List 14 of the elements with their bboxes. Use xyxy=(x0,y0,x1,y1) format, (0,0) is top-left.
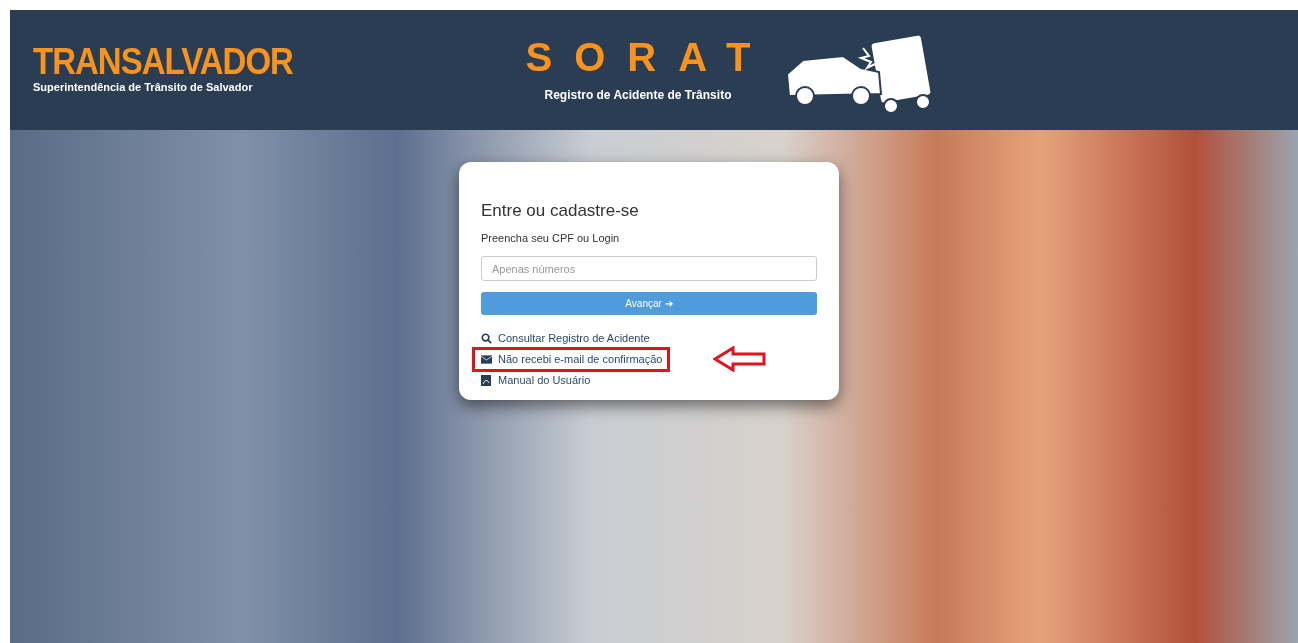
login-subtitle: Preencha seu CPF ou Login xyxy=(481,230,621,246)
login-title: Entre ou cadastre-se xyxy=(481,200,640,222)
brand-subtitle: Superintendência de Trânsito de Salvador xyxy=(33,79,253,95)
link[interactable]: Consultar Registro de Acidente xyxy=(498,330,650,347)
pdf-file-icon xyxy=(481,375,492,386)
link[interactable]: Manual do Usuário xyxy=(498,372,591,389)
app-title: SORAT xyxy=(524,36,773,78)
link[interactable]: Não recebi e-mail de confirmação xyxy=(498,351,663,368)
envelope-icon xyxy=(481,355,492,364)
brand-logo: TRANSALVADOR xyxy=(33,43,293,81)
arrow-annotation-icon xyxy=(713,346,767,372)
cpf-input-field[interactable]: Apenas números xyxy=(481,256,817,281)
app-subtitle: Registro de Acidente de Trânsito xyxy=(544,87,732,104)
search-icon xyxy=(481,333,492,344)
